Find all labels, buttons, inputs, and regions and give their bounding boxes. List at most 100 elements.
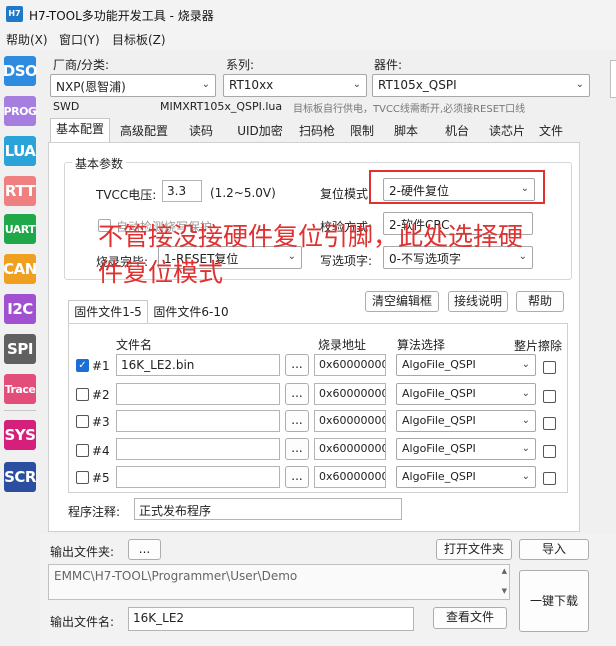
algorithm-select[interactable]: AlgoFile_QSPI ⌄ [396, 383, 536, 405]
chevron-down-icon: ⌄ [201, 79, 210, 90]
import-button[interactable]: 导入 [519, 539, 589, 560]
address-input[interactable]: 0x60000000 [314, 438, 386, 460]
browse-file-button[interactable]: ... [285, 354, 309, 376]
algorithm-select[interactable]: AlgoFile_QSPI ⌄ [396, 466, 536, 488]
chip-erase-checkbox[interactable] [543, 390, 556, 403]
device-select[interactable]: RT105x_QSPI ⌄ [372, 74, 590, 97]
col-chip-erase: 整片擦除 [514, 339, 563, 353]
sidebar-item-can[interactable]: CAN [3, 254, 37, 284]
clear-editor-button[interactable]: 清空编辑框 [365, 291, 439, 312]
output-folder-label: 输出文件夹: [50, 545, 115, 559]
vendor-label: 厂商/分类: [53, 58, 110, 72]
row-label: #3 [92, 415, 110, 429]
tab-scanner[interactable]: 扫码枪 [294, 120, 340, 142]
view-file-button[interactable]: 查看文件 [433, 607, 507, 629]
help-button[interactable]: 帮助 [516, 291, 564, 312]
scroll-up-icon[interactable]: ▲ [502, 567, 507, 575]
output-name-input[interactable]: 16K_LE2 [128, 607, 414, 631]
highlight-box [369, 170, 545, 204]
row-enable-checkbox[interactable]: ✓ [76, 359, 89, 372]
tvcc-input[interactable]: 3.3 [162, 180, 202, 202]
output-path-textarea[interactable]: EMMC\H7-TOOL\Programmer\User\Demo ▲ ▼ [48, 564, 510, 600]
sidebar-item-i2c[interactable]: I2C [4, 294, 36, 324]
filename-input[interactable] [116, 466, 280, 488]
scroll-down-icon[interactable]: ▼ [502, 587, 507, 595]
vendor-value: NXP(恩智浦) [56, 80, 126, 94]
algorithm-select[interactable]: AlgoFile_QSPI ⌄ [396, 438, 536, 460]
row-enable-checkbox[interactable] [76, 444, 89, 457]
lua-file-text: MIMXRT105x_QSPI.lua [160, 100, 283, 113]
tab-file[interactable]: 文件 [534, 120, 568, 142]
filename-input[interactable] [116, 438, 280, 460]
algorithm-value: AlgoFile_QSPI [402, 387, 476, 400]
address-input[interactable]: 0x60000000 [314, 466, 386, 488]
tab-read-code[interactable]: 读码 [181, 120, 221, 142]
chevron-down-icon: ⌄ [287, 251, 296, 262]
tab-uid-encrypt[interactable]: UID加密 [230, 120, 290, 142]
address-input[interactable]: 0x60000000 [314, 383, 386, 405]
algorithm-value: AlgoFile_QSPI [402, 442, 476, 455]
col-filename: 文件名 [116, 338, 153, 352]
wiring-guide-button[interactable]: 接线说明 [448, 291, 508, 312]
filename-input[interactable] [116, 383, 280, 405]
algorithm-select[interactable]: AlgoFile_QSPI ⌄ [396, 354, 536, 376]
menu-help[interactable]: 帮助(X) [6, 31, 48, 48]
tab-limit[interactable]: 限制 [345, 120, 379, 142]
program-note-input[interactable]: 正式发布程序 [134, 498, 402, 520]
power-hint-text: 目标板自行供电，TVCC线需断开,必须接RESET口线 [293, 104, 526, 115]
menu-window[interactable]: 窗口(Y) [59, 31, 100, 48]
sidebar-item-prog[interactable]: PROG [4, 96, 37, 126]
chevron-down-icon: ⌄ [518, 251, 527, 262]
window-title: H7-TOOL多功能开发工具 - 烧录器 [29, 9, 214, 23]
tab-advanced-config[interactable]: 高级配置 [114, 120, 174, 142]
col-algorithm: 算法选择 [397, 338, 446, 352]
output-folder-browse-button[interactable]: ... [128, 539, 161, 560]
browse-file-button[interactable]: ... [285, 438, 309, 460]
algorithm-value: AlgoFile_QSPI [402, 470, 476, 483]
output-path-text: EMMC\H7-TOOL\Programmer\User\Demo [54, 569, 298, 583]
sidebar-item-lua[interactable]: LUA [4, 136, 36, 166]
right-panel-edge [610, 60, 616, 98]
chip-erase-checkbox[interactable] [543, 361, 556, 374]
menu-target-board[interactable]: 目标板(Z) [112, 31, 166, 48]
sidebar-item-dso[interactable]: DSO [3, 56, 38, 86]
browse-file-button[interactable]: ... [285, 383, 309, 405]
algorithm-select[interactable]: AlgoFile_QSPI ⌄ [396, 410, 536, 432]
browse-file-button[interactable]: ... [285, 466, 309, 488]
tab-firmware-6-10[interactable]: 固件文件6-10 [150, 303, 232, 323]
chip-erase-checkbox[interactable] [543, 445, 556, 458]
basic-params-title: 基本参数 [72, 155, 127, 172]
sidebar-item-rtt[interactable]: RTT [4, 176, 36, 206]
sidebar-item-sys[interactable]: SYS [4, 420, 36, 450]
output-name-label: 输出文件名: [50, 615, 115, 629]
chip-erase-checkbox[interactable] [543, 472, 556, 485]
address-input[interactable]: 0x60000000 [314, 354, 386, 376]
browse-file-button[interactable]: ... [285, 410, 309, 432]
tab-script[interactable]: 脚本 [389, 120, 423, 142]
sidebar-item-spi[interactable]: SPI [4, 334, 36, 364]
row-label: #5 [92, 471, 110, 485]
sidebar-item-uart[interactable]: UART [4, 214, 36, 244]
tvcc-range-text: (1.2~5.0V) [210, 186, 276, 200]
tab-firmware-1-5[interactable]: 固件文件1-5 [68, 300, 148, 324]
filename-input[interactable] [116, 410, 280, 432]
filename-input[interactable]: 16K_LE2.bin [116, 354, 280, 376]
series-select[interactable]: RT10xx ⌄ [223, 74, 367, 97]
sidebar-item-scr[interactable]: SCR [4, 462, 36, 492]
chevron-down-icon: ⌄ [575, 79, 584, 90]
algorithm-value: AlgoFile_QSPI [402, 414, 476, 427]
vendor-select[interactable]: NXP(恩智浦) ⌄ [50, 74, 216, 97]
row-enable-checkbox[interactable] [76, 415, 89, 428]
tab-basic-config[interactable]: 基本配置 [50, 118, 110, 143]
reset-mode-label: 复位模式: [320, 187, 373, 201]
tab-machine[interactable]: 机台 [440, 120, 474, 142]
address-input[interactable]: 0x60000000 [314, 410, 386, 432]
sidebar-item-trace[interactable]: Trace [4, 374, 36, 404]
open-folder-button[interactable]: 打开文件夹 [436, 539, 512, 560]
tab-read-chip[interactable]: 读芯片 [484, 120, 530, 142]
annotation-line-2: 件复位模式 [98, 258, 224, 287]
one-click-download-button[interactable]: 一键下载 [519, 570, 589, 632]
row-enable-checkbox[interactable] [76, 471, 89, 484]
chip-erase-checkbox[interactable] [543, 417, 556, 430]
row-enable-checkbox[interactable] [76, 388, 89, 401]
